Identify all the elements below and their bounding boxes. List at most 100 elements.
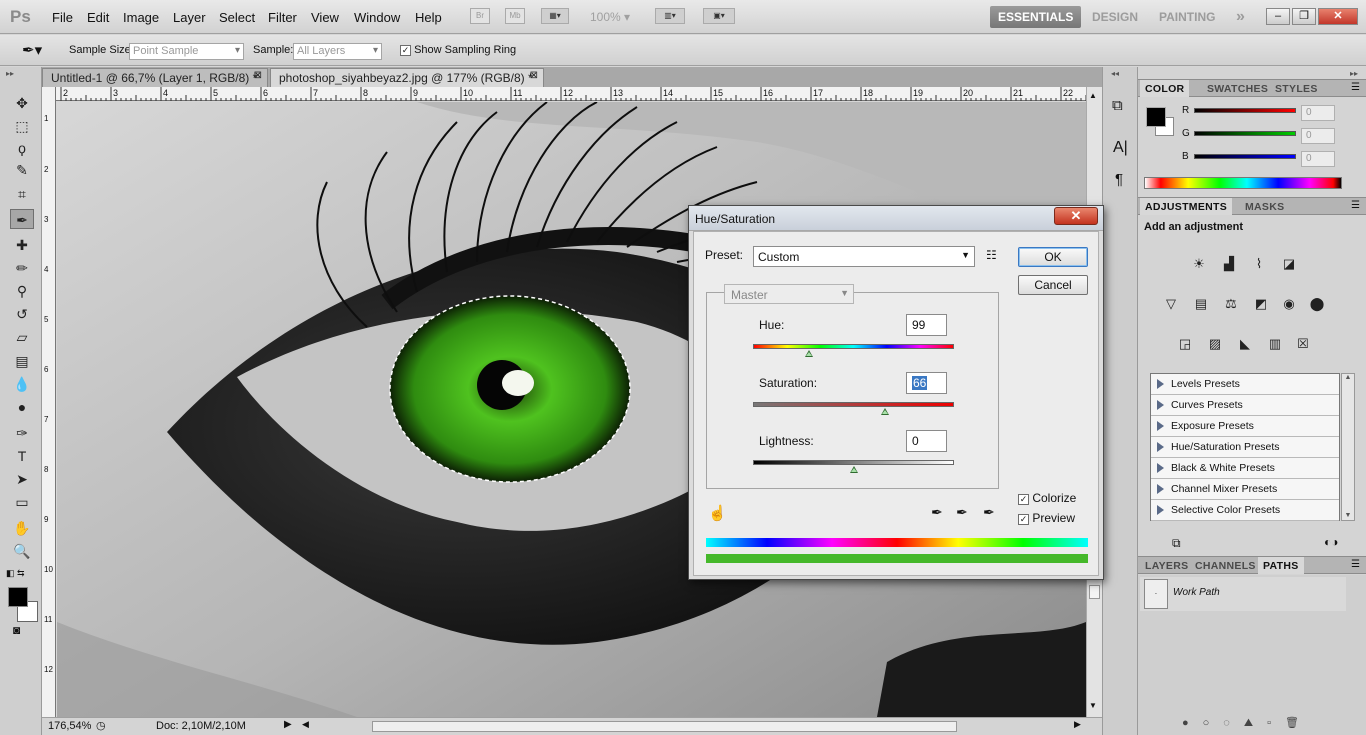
cancel-button[interactable]: Cancel [1018,275,1088,295]
collapse-toolbox-icon[interactable]: ▸▸ [6,69,14,78]
g-slider[interactable] [1194,131,1296,136]
sample-size-select[interactable]: Point Sample [129,43,244,60]
return-to-list-icon[interactable]: ⧉ [1172,536,1181,551]
history-brush-tool-icon[interactable]: ↺ [10,304,34,324]
tab-swatches[interactable]: SWATCHES [1202,80,1273,97]
more-workspaces-icon[interactable]: » [1236,6,1245,28]
preset-item-exposure[interactable]: Exposure Presets [1151,416,1339,437]
menu-edit[interactable]: Edit [87,10,109,25]
channel-select[interactable]: Master ▼ [724,284,854,304]
brush-tool-icon[interactable]: ✏ [10,258,34,278]
saturation-slider[interactable] [753,402,954,407]
menu-layer[interactable]: Layer [173,10,206,25]
menu-file[interactable]: File [52,10,73,25]
scroll-left-icon[interactable]: ◀ [302,719,309,730]
b-slider[interactable] [1194,154,1296,159]
preset-item-hue-saturation[interactable]: Hue/Saturation Presets [1151,437,1339,458]
shape-tool-icon[interactable]: ▭ [10,492,34,512]
dialog-close-button[interactable]: ✕ [1054,207,1098,225]
photo-filter-icon[interactable]: ◉ [1278,293,1300,315]
gradient-map-icon[interactable]: ▥ [1264,333,1286,355]
foreground-color-swatch[interactable] [8,587,28,607]
dialog-title-bar[interactable]: Hue/Saturation ✕ [689,206,1103,231]
panel-menu-icon[interactable]: ☰ [1351,559,1360,570]
preset-item-black-white[interactable]: Black & White Presets [1151,458,1339,479]
scroll-up-icon[interactable]: ▲ [1089,91,1097,100]
menu-window[interactable]: Window [354,10,400,25]
workspace-essentials[interactable]: ESSENTIALS [990,6,1082,28]
preset-item-channel-mixer[interactable]: Channel Mixer Presets [1151,479,1339,500]
show-sampling-ring-checkbox[interactable]: ✓ Show Sampling Ring [400,44,516,56]
curves-icon[interactable]: ⌇ [1248,253,1270,275]
tab-paths[interactable]: PATHS [1258,557,1304,574]
preset-item-selective-color[interactable]: Selective Color Presets [1151,500,1339,521]
threshold-icon[interactable]: ◣ [1234,333,1256,355]
paths-footer-icons[interactable]: ●○◌⛰▫🗑 [1182,716,1313,730]
zoom-readout[interactable]: 176,54% [48,720,91,732]
scroll-down-icon[interactable]: ▼ [1089,701,1097,710]
preset-select[interactable]: Custom ▼ [753,246,975,267]
color-balance-icon[interactable]: ⚖ [1220,293,1242,315]
preview-checkbox[interactable]: ✓ Preview [1018,511,1075,525]
path-selection-tool-icon[interactable]: ➤ [10,469,34,489]
marquee-tool-icon[interactable]: ⬚ [10,116,34,136]
sample-select[interactable]: All Layers [293,43,382,60]
tab-styles[interactable]: STYLES [1270,80,1323,97]
menu-help[interactable]: Help [415,10,442,25]
quick-mask-icon[interactable]: ◙ [13,623,20,637]
collapse-panels-icon[interactable]: ▸▸ [1350,69,1358,78]
saturation-value-field[interactable]: 66 [906,372,947,394]
add-to-sample-icon[interactable]: ✒ [956,504,968,521]
character-panel-icon[interactable]: A| [1113,139,1128,157]
move-tool-icon[interactable]: ✥ [10,93,34,113]
ok-button[interactable]: OK [1018,247,1088,267]
clone-stamp-tool-icon[interactable]: ⚲ [10,281,34,301]
preset-item-levels[interactable]: Levels Presets [1151,374,1339,395]
path-row-work-path[interactable]: · Work Path [1140,577,1346,611]
status-menu-arrow-icon[interactable]: ▶ [284,719,292,730]
workspace-painting[interactable]: PAINTING [1159,6,1215,28]
r-slider[interactable] [1194,108,1296,113]
levels-icon[interactable]: ▟ [1218,253,1240,275]
invert-icon[interactable]: ◲ [1174,333,1196,355]
eyedropper-tool-icon[interactable]: ✒ [10,209,34,229]
menu-filter[interactable]: Filter [268,10,297,25]
menu-select[interactable]: Select [219,10,255,25]
preset-options-icon[interactable]: ☷ [986,248,997,262]
default-colors-icon[interactable]: ◧ ⇆ [6,568,25,579]
restore-button[interactable]: ❐ [1292,8,1316,25]
zoom-level-dropdown[interactable]: 100% ▾ [590,10,630,24]
tab-adjustments[interactable]: ADJUSTMENTS [1140,198,1233,215]
close-button[interactable]: ✕ [1318,8,1358,25]
quick-selection-tool-icon[interactable]: ✎ [10,160,34,180]
crop-tool-icon[interactable]: ⌗ [10,184,34,204]
tab-untitled-1[interactable]: Untitled-1 @ 66,7% (Layer 1, RGB/8) * ⊠ [42,68,268,87]
paragraph-panel-icon[interactable]: ¶ [1115,171,1123,188]
tab-color[interactable]: COLOR [1140,80,1190,97]
exposure-icon[interactable]: ◪ [1278,253,1300,275]
dodge-tool-icon[interactable]: ● [10,397,34,417]
type-tool-icon[interactable]: T [10,446,34,466]
scroll-right-icon[interactable]: ▶ [1074,719,1081,730]
horizontal-scroll-thumb[interactable] [372,721,957,732]
lightness-slider[interactable] [753,460,954,465]
eyedropper-preset-icon[interactable]: ✒▾ [22,41,42,59]
bridge-icon[interactable]: Br [470,8,490,24]
subtract-from-sample-icon[interactable]: ✒ [983,504,995,521]
arrange-documents-icon[interactable]: ▥▾ [655,8,685,24]
expand-panels-icon[interactable]: ◂◂ [1111,69,1119,78]
minimize-button[interactable]: ‒ [1266,8,1290,25]
panel-menu-icon[interactable]: ☰ [1351,200,1360,211]
tab-channels[interactable]: CHANNELS [1190,557,1261,574]
tab-photoshop-siyahbeyaz2[interactable]: photoshop_siyahbeyaz2.jpg @ 177% (RGB/8)… [270,68,544,87]
tab-masks[interactable]: MASKS [1240,198,1289,215]
panel-menu-icon[interactable]: ☰ [1351,82,1360,93]
clip-layer-icon[interactable]: ◐◑ [1324,535,1339,549]
saturation-slider-thumb[interactable] [881,408,889,415]
scroll-down-icon[interactable]: ▼ [1342,512,1354,519]
mini-bridge-icon[interactable]: Mb [505,8,525,24]
g-value-field[interactable]: 0 [1301,128,1335,144]
r-value-field[interactable]: 0 [1301,105,1335,121]
blur-tool-icon[interactable]: 💧 [10,374,34,394]
screen-mode-icon[interactable]: ▣▾ [703,8,735,24]
